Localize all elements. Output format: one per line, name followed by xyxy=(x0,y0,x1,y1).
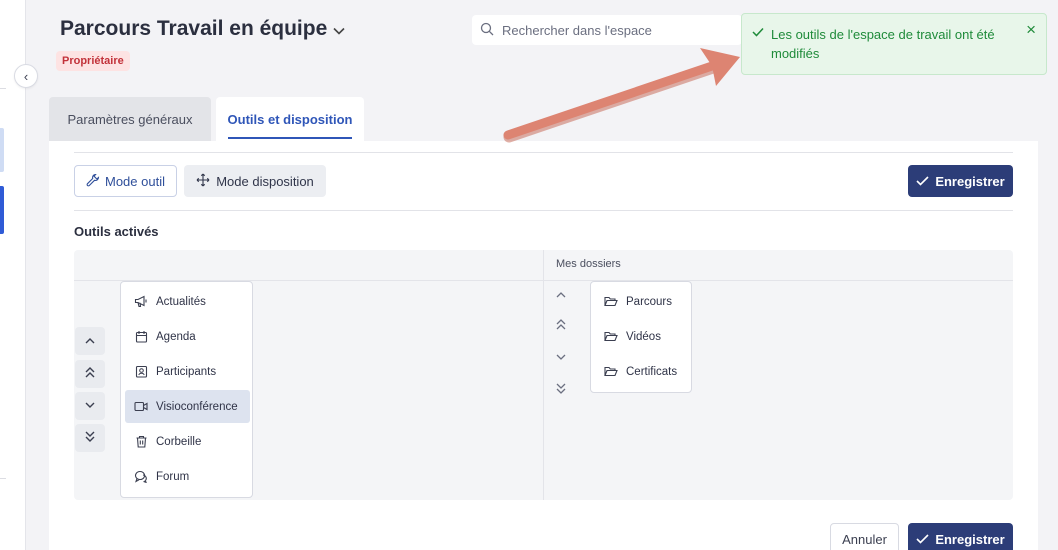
check-icon xyxy=(916,532,929,547)
search-input[interactable] xyxy=(502,22,722,38)
divider xyxy=(74,152,1013,153)
chat-icon xyxy=(134,470,148,483)
search-bar[interactable] xyxy=(472,15,742,45)
folder-label: Certificats xyxy=(626,365,678,378)
role-badge: Propriétaire xyxy=(56,51,130,71)
page-title[interactable]: Parcours Travail en équipe xyxy=(60,17,345,41)
folder-move-up-button[interactable] xyxy=(546,281,576,309)
save-label: Enregistrer xyxy=(935,173,1005,189)
active-tab-indicator xyxy=(228,137,352,139)
tool-item-agenda[interactable]: Agenda xyxy=(125,320,250,353)
calendar-icon xyxy=(134,330,148,343)
tool-label: Participants xyxy=(156,365,217,378)
mode-tool-button[interactable]: Mode outil xyxy=(74,165,177,197)
save-label: Enregistrer xyxy=(935,531,1005,547)
tool-item-news[interactable]: Actualités xyxy=(125,285,250,318)
sidebar-item-indicator[interactable] xyxy=(0,128,4,172)
sidebar-collapse-button[interactable]: ‹ xyxy=(14,64,38,88)
double-chevron-down-icon xyxy=(556,383,566,397)
my-folders-list: Parcours Vidéos Certificats xyxy=(590,281,692,393)
move-icon xyxy=(196,173,210,190)
chevron-left-icon: ‹ xyxy=(23,68,29,84)
folder-label: Vidéos xyxy=(626,330,661,343)
wrench-icon xyxy=(86,173,100,190)
folders-zone-label: Mes dossiers xyxy=(556,258,621,270)
search-icon xyxy=(480,22,494,39)
folder-item-videos[interactable]: Vidéos xyxy=(595,320,689,353)
move-bottom-button[interactable] xyxy=(75,424,105,452)
move-up-button[interactable] xyxy=(75,327,105,355)
tool-label: Actualités xyxy=(156,295,206,308)
check-icon xyxy=(916,174,929,189)
tool-label: Corbeille xyxy=(156,435,202,448)
cancel-button[interactable]: Annuler xyxy=(830,523,899,550)
save-button-bottom[interactable]: Enregistrer xyxy=(908,523,1013,550)
folder-item-certificates[interactable]: Certificats xyxy=(595,355,689,388)
zone-column-divider xyxy=(543,250,544,500)
double-chevron-down-icon xyxy=(85,431,95,445)
tool-label: Visioconférence xyxy=(156,400,238,413)
tool-label: Agenda xyxy=(156,330,196,343)
divider xyxy=(74,210,1013,211)
mode-layout-label: Mode disposition xyxy=(216,173,314,189)
tool-item-participants[interactable]: Participants xyxy=(125,355,250,388)
chevron-up-icon xyxy=(556,289,566,301)
close-icon[interactable]: × xyxy=(1026,20,1036,40)
tool-label: Forum xyxy=(156,470,190,483)
success-toast: Les outils de l'espace de travail ont ét… xyxy=(741,13,1047,75)
contacts-icon xyxy=(134,365,148,378)
tab-label: Paramètres généraux xyxy=(67,111,193,127)
move-down-button[interactable] xyxy=(75,392,105,420)
megaphone-icon xyxy=(134,295,148,308)
folder-icon xyxy=(604,366,618,377)
folder-icon xyxy=(604,296,618,307)
double-chevron-up-icon xyxy=(556,319,566,333)
tab-label: Outils et disposition xyxy=(227,111,353,127)
save-button[interactable]: Enregistrer xyxy=(908,165,1013,197)
folder-label: Parcours xyxy=(626,295,673,308)
move-top-button[interactable] xyxy=(75,360,105,388)
video-icon xyxy=(134,401,148,412)
tab-general-settings[interactable]: Paramètres généraux xyxy=(49,97,211,141)
folder-item-parcours[interactable]: Parcours xyxy=(595,285,689,318)
arrow-icon xyxy=(503,48,740,143)
mode-layout-button[interactable]: Mode disposition xyxy=(184,165,326,197)
activated-tools-list: Actualités Agenda Participants Visioconf… xyxy=(120,281,253,498)
sidebar-divider xyxy=(0,478,6,479)
check-icon xyxy=(752,25,764,40)
chevron-up-icon xyxy=(85,335,95,347)
tool-item-trash[interactable]: Corbeille xyxy=(125,425,250,458)
sidebar-divider xyxy=(0,88,6,89)
chevron-down-icon xyxy=(333,22,345,38)
chevron-down-icon xyxy=(85,400,95,412)
section-title: Outils activés xyxy=(74,224,159,239)
tool-item-videoconference[interactable]: Visioconférence xyxy=(125,390,250,423)
folder-icon xyxy=(604,331,618,342)
folder-move-bottom-button[interactable] xyxy=(546,376,576,404)
toast-message: Les outils de l'espace de travail ont ét… xyxy=(771,27,995,61)
folder-move-top-button[interactable] xyxy=(546,312,576,340)
tool-item-forum[interactable]: Forum xyxy=(125,460,250,493)
sidebar-item-active-indicator[interactable] xyxy=(0,186,4,234)
double-chevron-up-icon xyxy=(85,367,95,381)
mode-tool-label: Mode outil xyxy=(105,173,165,189)
workspace-title-text: Parcours Travail en équipe xyxy=(60,17,328,40)
chevron-down-icon xyxy=(556,352,566,364)
trash-icon xyxy=(134,435,148,448)
tab-tools-layout[interactable]: Outils et disposition xyxy=(216,97,364,141)
folder-move-down-button[interactable] xyxy=(546,344,576,372)
